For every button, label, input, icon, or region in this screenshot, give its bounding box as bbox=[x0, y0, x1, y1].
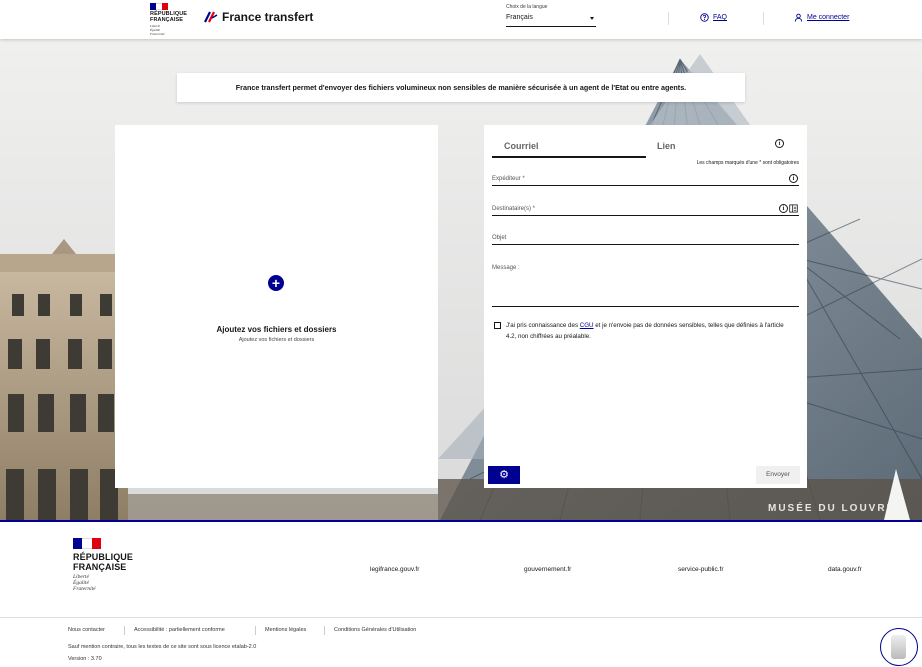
french-flag-icon bbox=[73, 538, 101, 549]
footer-link-legal[interactable]: Mentions légales bbox=[265, 627, 306, 633]
plus-circle-icon: + bbox=[271, 275, 281, 291]
site-header: RÉPUBLIQUE FRANÇAISE Liberté Égalité Fra… bbox=[0, 0, 922, 39]
header-divider bbox=[763, 12, 764, 25]
language-selector[interactable]: Choix de la langue Français bbox=[506, 4, 596, 27]
faq-label: FAQ bbox=[713, 14, 728, 21]
france-transfert-logo-icon bbox=[204, 11, 218, 23]
footer-rf-motto-3: Fraternité bbox=[73, 586, 96, 592]
subject-label: Objet bbox=[492, 235, 507, 241]
upload-dropzone[interactable]: + Ajoutez vos fichiers et dossiers Ajout… bbox=[115, 125, 438, 488]
chatbot-button[interactable] bbox=[880, 628, 918, 666]
transfer-mode-tabs: Courriel Lien bbox=[492, 137, 799, 158]
consent-text: J'ai pris connaissance des CGU et je n'e… bbox=[506, 320, 794, 342]
recipient-field[interactable]: Destinataire(s) * bbox=[492, 206, 799, 216]
header-divider bbox=[668, 12, 669, 25]
tab-courriel[interactable]: Courriel bbox=[504, 137, 644, 157]
footer-republique-francaise-logo[interactable]: RÉPUBLIQUE FRANÇAISE Liberté Égalité Fra… bbox=[73, 538, 133, 592]
footer-divider bbox=[0, 617, 922, 618]
send-button[interactable]: Envoyer bbox=[756, 466, 800, 484]
footer-link-accessibility[interactable]: Accessibilité : partiellement conforme bbox=[134, 627, 225, 633]
tab-lien-label: Lien bbox=[657, 141, 676, 151]
required-fields-note: Les champs marqués d'une * sont obligato… bbox=[696, 160, 799, 166]
sender-field[interactable]: Expéditeur * bbox=[492, 176, 799, 186]
museum-sign-text: MUSÉE DU LOUVRE bbox=[768, 501, 895, 514]
brand-link[interactable]: France transfert bbox=[204, 10, 313, 24]
recipient-label: Destinataire(s) * bbox=[492, 206, 536, 212]
sender-label: Expéditeur * bbox=[492, 176, 525, 182]
footer-rf-name-line1: RÉPUBLIQUE bbox=[73, 552, 134, 562]
consent-checkbox[interactable] bbox=[494, 322, 501, 329]
footer-link-gouvernement[interactable]: gouvernement.fr bbox=[524, 566, 571, 573]
rf-name-line2: FRANÇAISE bbox=[150, 17, 183, 23]
footer-rf-name-line2: FRANÇAISE bbox=[73, 562, 127, 572]
question-circle-icon bbox=[700, 13, 709, 22]
settings-button[interactable]: ⚙ bbox=[488, 466, 520, 484]
login-link[interactable]: Me connecter bbox=[794, 13, 849, 22]
upload-subtitle: Ajoutez vos fichiers et dossiers bbox=[238, 337, 315, 343]
footer-link-data-gouv[interactable]: data.gouv.fr bbox=[828, 566, 862, 573]
gear-icon: ⚙ bbox=[499, 469, 509, 481]
language-label: Choix de la langue bbox=[506, 4, 548, 10]
language-select[interactable]: Français bbox=[506, 12, 596, 27]
message-field[interactable]: Message : bbox=[492, 265, 799, 307]
footer-licence: Sauf mention contraire, tous les textes … bbox=[68, 644, 257, 650]
info-icon[interactable]: i bbox=[775, 139, 784, 148]
rf-motto-3: Fraternité bbox=[150, 32, 165, 36]
faq-link[interactable]: FAQ bbox=[700, 13, 727, 22]
info-banner-text: France transfert permet d'envoyer des fi… bbox=[235, 83, 687, 92]
footer-link-contact[interactable]: Nous contacter bbox=[68, 627, 105, 633]
footer-link-divider bbox=[124, 626, 125, 635]
active-tab-indicator bbox=[492, 156, 646, 158]
footer-link-divider bbox=[255, 626, 256, 635]
tab-lien[interactable]: Lien bbox=[657, 137, 777, 157]
footer-version: Version : 3.70 bbox=[68, 656, 102, 662]
republique-francaise-logo[interactable]: RÉPUBLIQUE FRANÇAISE Liberté Égalité Fra… bbox=[150, 3, 192, 37]
footer-link-cgu[interactable]: Conditions Générales d'Utilisation bbox=[334, 627, 416, 633]
footer-link-divider bbox=[324, 626, 325, 635]
add-files-button[interactable]: + bbox=[268, 275, 284, 291]
sender-info-icon[interactable]: i bbox=[789, 174, 798, 183]
login-label: Me connecter bbox=[807, 14, 850, 21]
tab-courriel-label: Courriel bbox=[504, 141, 539, 151]
language-value: Français bbox=[506, 14, 533, 21]
address-book-icon[interactable] bbox=[789, 204, 798, 213]
subject-field[interactable]: Objet bbox=[492, 235, 799, 245]
recipient-info-icon[interactable]: i bbox=[779, 204, 788, 213]
consent-prefix: J'ai pris connaissance des bbox=[506, 322, 580, 329]
message-label: Message : bbox=[492, 265, 520, 271]
send-label: Envoyer bbox=[766, 471, 790, 478]
brand-name: France transfert bbox=[222, 10, 314, 24]
cgu-link[interactable]: CGU bbox=[580, 322, 594, 329]
upload-title: Ajoutez vos fichiers et dossiers bbox=[216, 325, 337, 334]
french-flag-icon bbox=[150, 3, 168, 10]
info-banner: France transfert permet d'envoyer des fi… bbox=[177, 73, 745, 102]
chatbot-avatar-icon bbox=[891, 635, 906, 659]
chevron-down-icon bbox=[590, 17, 594, 20]
site-footer: RÉPUBLIQUE FRANÇAISE Liberté Égalité Fra… bbox=[0, 522, 922, 667]
transfer-form: Courriel Lien i Les champs marqués d'une… bbox=[484, 125, 807, 488]
footer-link-service-public[interactable]: service-public.fr bbox=[678, 566, 724, 573]
consent-row: J'ai pris connaissance des CGU et je n'e… bbox=[494, 320, 794, 342]
user-icon bbox=[794, 13, 803, 22]
footer-link-legifrance[interactable]: legifrance.gouv.fr bbox=[370, 566, 419, 573]
